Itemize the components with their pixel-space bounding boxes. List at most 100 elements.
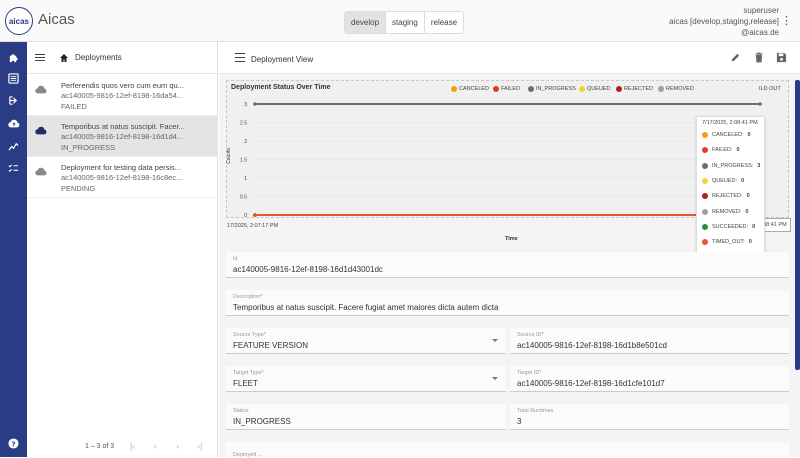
puzzle-icon[interactable] bbox=[0, 48, 27, 66]
next-page-icon[interactable]: › bbox=[176, 441, 179, 451]
tooltip-series-name: SUCCEEDED: bbox=[712, 223, 749, 230]
source-id-field[interactable]: Source ID* ac140005-9816-12ef-8198-16d1b… bbox=[510, 328, 789, 354]
checklist-icon[interactable] bbox=[0, 159, 27, 177]
tooltip-series-value: 0 bbox=[752, 223, 756, 230]
prev-page-icon[interactable]: ‹ bbox=[154, 441, 157, 451]
more-vert-icon[interactable]: ⋮ bbox=[781, 14, 792, 27]
tooltip-row: CANCELED: 0 bbox=[702, 132, 751, 138]
help-icon[interactable]: ? bbox=[0, 434, 27, 452]
description-field[interactable]: Description* Temporibus at natus suscipi… bbox=[226, 290, 789, 316]
tooltip-series-value: 0 bbox=[747, 132, 751, 138]
data-point[interactable] bbox=[253, 213, 257, 217]
source-id-value: ac140005-9816-12ef-8198-16d1b8e501cd bbox=[517, 341, 667, 350]
menu-icon[interactable] bbox=[35, 53, 45, 63]
deployments-panel-header: Deployments bbox=[27, 42, 217, 74]
tooltip-row: REMOVED: 0 bbox=[702, 208, 748, 215]
data-point[interactable] bbox=[253, 102, 257, 106]
target-id-field[interactable]: Target ID* ac140005-9816-12ef-8198-16d1c… bbox=[510, 366, 789, 392]
x-start-label: 17/2025, 2:07:17 PM bbox=[227, 223, 279, 229]
target-type-select[interactable]: Target Type* FLEET bbox=[226, 366, 506, 392]
nav-rail: ? bbox=[0, 42, 27, 457]
tooltip-series-name: CANCELED: bbox=[712, 132, 744, 138]
y-axis-label: Counts bbox=[225, 148, 232, 164]
target-type-value: FLEET bbox=[233, 379, 258, 388]
tooltip-series-value: 3 bbox=[757, 162, 761, 169]
source-type-label: Source Type* bbox=[233, 332, 266, 338]
chevron-down-icon[interactable] bbox=[492, 377, 498, 380]
first-page-icon[interactable]: |‹ bbox=[130, 441, 135, 451]
deployed-field[interactable]: Deployed ... bbox=[226, 442, 789, 458]
environment-switcher: develop staging release bbox=[344, 11, 465, 34]
env-staging-button[interactable]: staging bbox=[386, 12, 425, 33]
tooltip-row: QUEUED: 0 bbox=[702, 177, 744, 184]
user-name: superuser bbox=[743, 6, 779, 15]
target-type-label: Target Type* bbox=[233, 370, 264, 376]
cloud-icon bbox=[35, 126, 47, 135]
tooltip-marker bbox=[702, 208, 708, 215]
tooltip-title: 7/17/2025, 2:08:41 PM bbox=[702, 120, 758, 126]
deployment-status-chart: Deployment Status Over Time CANCELED FAIL… bbox=[225, 80, 791, 254]
chevron-down-icon[interactable] bbox=[492, 339, 498, 342]
y-tick-label: 2 bbox=[244, 139, 247, 145]
tooltip-series-name: FAILED: bbox=[712, 147, 733, 154]
cloud-upload-icon[interactable] bbox=[0, 114, 27, 132]
status-field[interactable]: Status IN_PROGRESS bbox=[226, 404, 506, 430]
env-develop-button[interactable]: develop bbox=[345, 12, 387, 33]
save-icon[interactable] bbox=[776, 52, 787, 65]
delete-icon[interactable] bbox=[754, 52, 764, 65]
deployments-panel: Deployments Perferendis quos vero cum eu… bbox=[27, 42, 218, 457]
app-title: Aicas bbox=[38, 11, 75, 28]
deployment-list-item[interactable]: Deployment for testing data persis... ac… bbox=[27, 157, 218, 198]
edit-icon[interactable] bbox=[730, 52, 741, 65]
tooltip-marker bbox=[702, 223, 708, 230]
user-domain: @aicas.de bbox=[741, 28, 779, 37]
last-page-icon[interactable]: ›| bbox=[197, 441, 202, 451]
deployment-status: FAILED bbox=[61, 102, 87, 111]
tooltip-series-name: IN_PROGRESS: bbox=[712, 162, 754, 169]
tooltip-row: SUCCEEDED: 0 bbox=[702, 223, 756, 230]
description-label: Description* bbox=[233, 294, 263, 300]
source-id-label: Source ID* bbox=[517, 332, 544, 338]
deployment-status: PENDING bbox=[61, 184, 96, 193]
source-type-select[interactable]: Source Type* FEATURE VERSION bbox=[226, 328, 506, 354]
home-icon[interactable] bbox=[59, 53, 69, 63]
tooltip-series-name: QUEUED: bbox=[712, 177, 738, 184]
cloud-icon bbox=[35, 85, 47, 94]
list-icon[interactable] bbox=[0, 69, 27, 87]
status-label: Status bbox=[233, 408, 249, 414]
trend-icon[interactable] bbox=[0, 137, 27, 155]
tooltip-series-name: TIMED_OUT: bbox=[712, 239, 745, 246]
y-tick-label: 1.5 bbox=[240, 158, 247, 164]
logo-text: aicas bbox=[8, 16, 30, 26]
description-value: Temporibus at natus suscipit. Facere fug… bbox=[233, 303, 499, 312]
deploy-icon[interactable] bbox=[0, 91, 27, 109]
id-label: Id bbox=[233, 256, 238, 262]
tooltip-marker bbox=[702, 193, 708, 200]
total-runtimes-field[interactable]: Total Runtimes 3 bbox=[510, 404, 789, 430]
tooltip-marker bbox=[702, 239, 708, 246]
source-type-value: FEATURE VERSION bbox=[233, 341, 308, 350]
target-id-value: ac140005-9816-12ef-8198-16d1cfe101d7 bbox=[517, 379, 665, 388]
tooltip-marker bbox=[702, 177, 708, 184]
id-field[interactable]: Id ac140005-9816-12ef-8198-16d1d43001dc bbox=[226, 252, 789, 278]
y-tick-label: 0 bbox=[244, 213, 247, 219]
y-tick-label: 1 bbox=[244, 176, 247, 182]
x-axis-label: Time bbox=[505, 236, 518, 242]
deployment-list-item[interactable]: Perferendis quos vero cum eum qu... ac14… bbox=[27, 75, 218, 116]
vertical-scrollbar[interactable] bbox=[795, 80, 800, 370]
menu-icon[interactable] bbox=[235, 53, 245, 62]
tooltip-row: TIMED_OUT: 0 bbox=[702, 239, 752, 246]
status-value: IN_PROGRESS bbox=[233, 417, 291, 426]
deployment-list-item-selected[interactable]: Temporibus at natus suscipit. Facer... a… bbox=[27, 116, 218, 157]
y-tick-label: 0.5 bbox=[240, 195, 247, 201]
tooltip-series-name: REMOVED: bbox=[712, 208, 742, 215]
deployment-view-header: Deployment View bbox=[219, 42, 800, 74]
tooltip-row: FAILED: 0 bbox=[702, 147, 740, 154]
tooltip-row: REJECTED: 0 bbox=[702, 193, 750, 200]
svg-text:?: ? bbox=[11, 439, 15, 448]
tooltip-series-value: 0 bbox=[746, 193, 750, 200]
data-point[interactable] bbox=[758, 102, 762, 106]
user-info: superuser aicas [develop,staging,release… bbox=[669, 5, 779, 38]
env-release-button[interactable]: release bbox=[425, 12, 463, 33]
total-runtimes-label: Total Runtimes bbox=[517, 408, 554, 414]
